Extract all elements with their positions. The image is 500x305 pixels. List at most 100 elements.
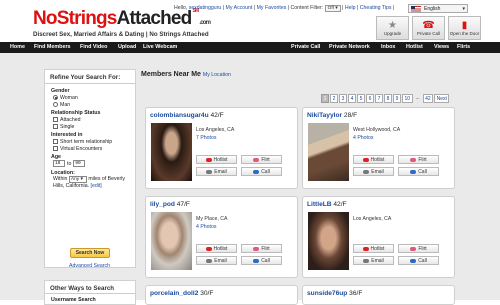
- page-button[interactable]: 8: [384, 94, 392, 103]
- member-photo[interactable]: [308, 212, 349, 270]
- call-button[interactable]: Call: [398, 167, 439, 176]
- page-ellipsis: ...: [415, 95, 420, 101]
- my-location-link[interactable]: My Location: [203, 72, 231, 78]
- page-button[interactable]: 5: [357, 94, 365, 103]
- hotlist-button[interactable]: Hotlist: [353, 155, 394, 164]
- interest-virtual-option[interactable]: Virtual Encounters: [53, 145, 135, 152]
- nav-private-call[interactable]: Private Call: [291, 44, 320, 50]
- next-page-button[interactable]: Next: [434, 94, 450, 103]
- flirt-button[interactable]: Flirt: [398, 155, 439, 164]
- age-to-input[interactable]: 99: [73, 160, 86, 167]
- hotlist-button[interactable]: Hotlist: [196, 244, 237, 253]
- star-icon: ★: [388, 20, 397, 31]
- nav-views[interactable]: Views: [434, 44, 449, 50]
- nav-live-webcam[interactable]: Live Webcam: [143, 44, 177, 50]
- email-button[interactable]: Email: [353, 256, 394, 265]
- page-button[interactable]: 1: [321, 94, 329, 103]
- member-photo[interactable]: [151, 123, 192, 181]
- member-name-link[interactable]: lily_pod: [150, 201, 175, 208]
- member-card: colombiansugar4u 42/F Los Angeles, CA 7 …: [145, 107, 298, 189]
- lips-icon: [410, 246, 417, 251]
- member-card: NikiTayylor 28/F West Hollywood, CA 4 Ph…: [302, 107, 455, 189]
- gender-woman-option[interactable]: Woman: [53, 94, 135, 101]
- radio-icon[interactable]: [53, 95, 58, 100]
- page-button[interactable]: 7: [375, 94, 383, 103]
- nav-hotlist[interactable]: Hotlist: [406, 44, 423, 50]
- my-account-link[interactable]: My Account: [226, 5, 253, 11]
- member-name-link[interactable]: sunside76up: [307, 290, 347, 297]
- member-name-link[interactable]: porcelain_doll2: [150, 290, 198, 297]
- member-age-sex: 47/F: [176, 201, 190, 208]
- page-button[interactable]: 6: [366, 94, 374, 103]
- location-edit-link[interactable]: [edit]: [91, 183, 102, 189]
- email-button[interactable]: Email: [196, 167, 237, 176]
- member-name-link[interactable]: colombiansugar4u: [150, 112, 209, 119]
- member-photo[interactable]: [151, 212, 192, 270]
- private-call-button[interactable]: ☎ Private Call: [412, 16, 445, 40]
- us-flag-icon: [411, 5, 421, 12]
- open-door-button[interactable]: ▮ Open the Door: [448, 16, 481, 40]
- pagination: 1 2 3 4 5 6 7 8 9 10 ... 42 Next: [321, 94, 450, 103]
- email-button[interactable]: Email: [196, 256, 237, 265]
- lips-icon: [410, 157, 417, 162]
- hotlist-button[interactable]: Hotlist: [353, 244, 394, 253]
- my-favorites-link[interactable]: My Favorites: [257, 5, 287, 11]
- flirt-button[interactable]: Flirt: [398, 244, 439, 253]
- email-button[interactable]: Email: [353, 167, 394, 176]
- member-photos-link[interactable]: 4 Photos: [196, 224, 216, 230]
- page-button[interactable]: 9: [393, 94, 401, 103]
- phone-icon: [410, 169, 417, 174]
- help-link[interactable]: Help: [345, 5, 356, 11]
- content-filter-select[interactable]: Off ▾: [324, 5, 341, 12]
- flirt-button[interactable]: Flirt: [241, 244, 282, 253]
- within-miles-select[interactable]: Any ▾: [68, 176, 87, 183]
- checkbox-icon[interactable]: [53, 124, 58, 129]
- advanced-search-link[interactable]: Advanced Search: [69, 263, 110, 269]
- member-age-sex: 28/F: [343, 112, 358, 119]
- nav-upload[interactable]: Upload: [118, 44, 136, 50]
- refine-search-title: Refine Your Search For:: [45, 70, 135, 84]
- top-links: Hello, sexdatingguru | My Account | My F…: [174, 5, 395, 12]
- language-select[interactable]: English ▾: [408, 4, 468, 13]
- interest-short-term-option[interactable]: Short term relationship: [53, 138, 135, 145]
- hotlist-icon: [205, 246, 212, 251]
- cheating-tips-link[interactable]: Cheating Tips: [360, 5, 392, 11]
- page-button[interactable]: 10: [402, 94, 413, 103]
- main-nav: Home Find Members Find Video Upload Live…: [0, 42, 500, 53]
- relationship-attached-option[interactable]: Attached: [53, 116, 135, 123]
- member-city: Los Angeles, CA: [196, 127, 235, 133]
- relationship-single-option[interactable]: Single: [53, 123, 135, 130]
- call-button[interactable]: Call: [398, 256, 439, 265]
- checkbox-icon[interactable]: [53, 117, 58, 122]
- page-button[interactable]: 42: [422, 94, 434, 103]
- nav-private-network[interactable]: Private Network: [329, 44, 370, 50]
- search-now-button[interactable]: Search Now: [70, 248, 110, 258]
- member-name-link[interactable]: LittleLB: [307, 201, 332, 208]
- refine-search-panel: Refine Your Search For: Gender Woman Man…: [44, 69, 136, 269]
- member-photo[interactable]: [308, 123, 349, 181]
- member-name-link[interactable]: NikiTayylor: [307, 112, 342, 119]
- nav-inbox[interactable]: Inbox: [381, 44, 395, 50]
- page-button[interactable]: 3: [339, 94, 347, 103]
- member-photos-link[interactable]: 4 Photos: [353, 135, 373, 141]
- checkbox-icon[interactable]: [53, 139, 58, 144]
- call-button[interactable]: Call: [241, 167, 282, 176]
- nav-flirts[interactable]: Flirts: [457, 44, 470, 50]
- hotlist-button[interactable]: Hotlist: [196, 155, 237, 164]
- nav-find-video[interactable]: Find Video: [80, 44, 107, 50]
- username-link[interactable]: sexdatingguru: [189, 5, 222, 11]
- radio-icon[interactable]: [53, 102, 58, 107]
- page-button[interactable]: 2: [330, 94, 338, 103]
- checkbox-icon[interactable]: [53, 146, 58, 151]
- nav-find-members[interactable]: Find Members: [34, 44, 71, 50]
- call-button[interactable]: Call: [241, 256, 282, 265]
- flirt-button[interactable]: Flirt: [241, 155, 282, 164]
- upgrade-button[interactable]: ★ Upgrade: [376, 16, 409, 40]
- door-icon: ▮: [461, 20, 468, 31]
- chevron-down-icon: ▾: [462, 5, 465, 12]
- age-from-input[interactable]: 18: [53, 160, 65, 167]
- page-button[interactable]: 4: [348, 94, 356, 103]
- gender-man-option[interactable]: Man: [53, 101, 135, 108]
- nav-home[interactable]: Home: [10, 44, 25, 50]
- member-photos-link[interactable]: 7 Photos: [196, 135, 216, 141]
